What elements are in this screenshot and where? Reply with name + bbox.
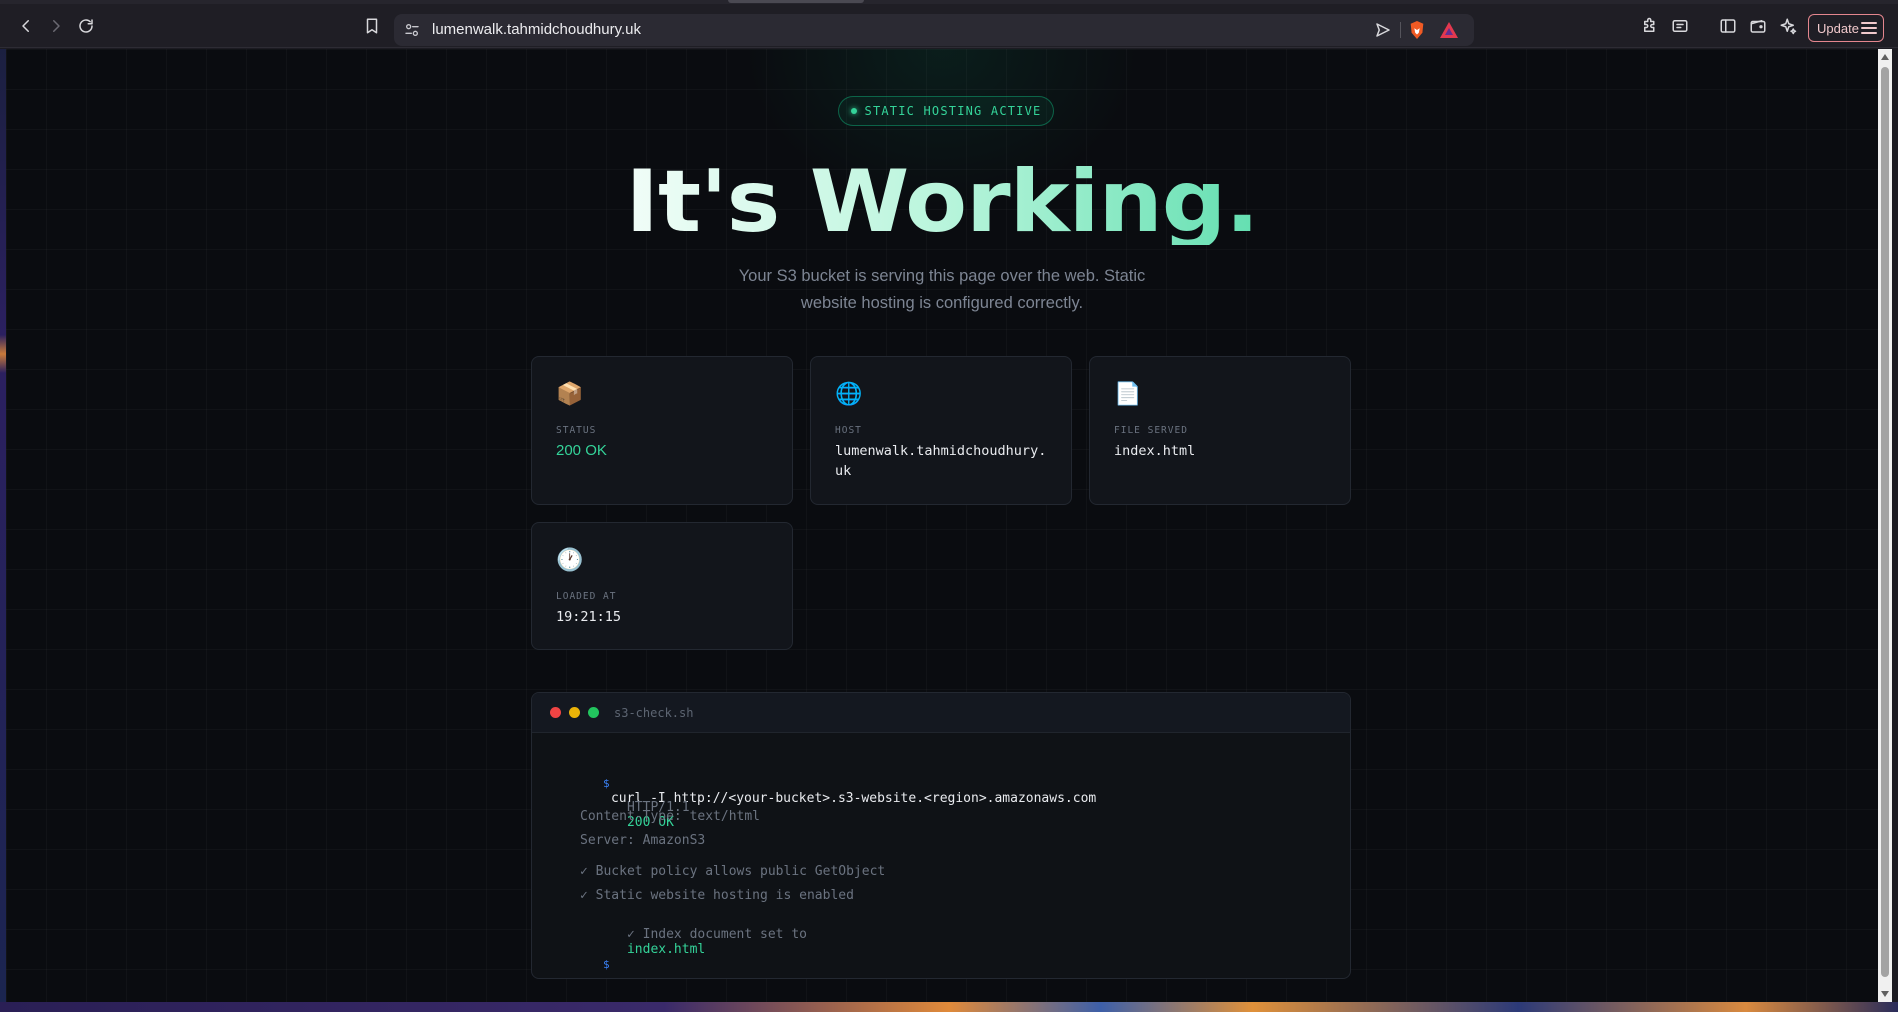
prompt-symbol: $	[602, 958, 610, 971]
page-viewport: STATIC HOSTING ACTIVE It's Working. Your…	[6, 49, 1878, 1002]
minimize-dot-icon	[569, 707, 580, 718]
terminal-window: s3-check.sh $ curl -I http://<your-bucke…	[531, 692, 1351, 979]
leo-ai-button[interactable]	[1774, 12, 1802, 40]
clock-icon: 🕐	[556, 548, 584, 573]
bookmark-icon	[366, 18, 378, 34]
status-badge: STATIC HOSTING ACTIVE	[838, 96, 1054, 126]
maximize-dot-icon	[588, 707, 599, 718]
brave-shields-icon[interactable]	[1408, 20, 1426, 40]
sparkle-icon	[1780, 18, 1797, 35]
scroll-up-icon[interactable]	[1881, 54, 1889, 60]
wallet-icon	[1750, 20, 1766, 33]
browser-toolbar: lumenwalk.tahmidchoudhury.uk Update	[0, 4, 1898, 48]
card-label: FILE SERVED	[1114, 425, 1188, 436]
reload-icon	[79, 19, 93, 33]
info-card-file: 📄 FILE SERVED index.html	[1089, 356, 1351, 505]
forward-button[interactable]	[42, 12, 70, 40]
address-bar[interactable]: lumenwalk.tahmidchoudhury.uk	[394, 14, 1474, 46]
card-label: STATUS	[556, 425, 597, 436]
document-icon: 📄	[1114, 382, 1142, 407]
card-label: HOST	[835, 425, 862, 436]
globe-icon: 🌐	[835, 382, 863, 407]
card-value: index.html	[1114, 443, 1196, 459]
sidebar-button[interactable]	[1714, 12, 1742, 40]
url-text[interactable]: lumenwalk.tahmidchoudhury.uk	[432, 21, 641, 38]
share-icon[interactable]	[1374, 21, 1392, 39]
wallet-button[interactable]	[1744, 12, 1772, 40]
reload-button[interactable]	[72, 12, 100, 40]
scrollbar-thumb[interactable]	[1881, 67, 1889, 977]
page-subtitle: Your S3 bucket is serving this page over…	[738, 267, 1146, 312]
terminal-content-type: Content-Type: text/html	[580, 809, 761, 824]
update-menu-button[interactable]: Update	[1808, 14, 1884, 42]
terminal-header: s3-check.sh	[532, 693, 1350, 733]
terminal-check-bucket-policy: ✓ Bucket policy allows public GetObject	[580, 864, 886, 879]
extensions-button[interactable]	[1636, 12, 1664, 40]
back-button[interactable]	[12, 12, 40, 40]
site-settings-icon[interactable]	[404, 22, 420, 38]
info-card-status: 📦 STATUS 200 OK	[531, 356, 793, 505]
puzzle-icon	[1644, 17, 1655, 32]
update-label: Update	[1817, 20, 1859, 36]
reader-mode-button[interactable]	[1666, 12, 1694, 40]
check-index-prefix: ✓ Index document set to	[626, 927, 807, 942]
close-dot-icon	[550, 707, 561, 718]
brave-rewards-icon[interactable]	[1439, 21, 1459, 39]
terminal-check-hosting: ✓ Static website hosting is enabled	[580, 888, 854, 903]
check-index-value: index.html	[626, 942, 706, 957]
bookmark-button[interactable]	[358, 12, 386, 40]
card-value: lumenwalk.tahmidchoudhury.uk	[835, 443, 1047, 479]
terminal-empty-prompt: $	[556, 942, 610, 978]
reader-icon	[1672, 20, 1688, 32]
page-title: It's Working.	[6, 159, 1878, 245]
page-scrollbar[interactable]	[1878, 49, 1892, 1002]
card-label: LOADED AT	[556, 591, 617, 602]
chevron-left-icon	[22, 20, 29, 32]
info-card-host: 🌐 HOST lumenwalk.tahmidchoudhury.uk	[810, 356, 1072, 505]
status-badge-label: STATIC HOSTING ACTIVE	[864, 104, 1042, 118]
chevron-right-icon	[53, 20, 60, 32]
sidebar-icon	[1720, 19, 1736, 33]
status-dot-icon	[850, 108, 857, 114]
card-value: 19:21:15	[556, 609, 622, 625]
hamburger-menu-icon	[1861, 22, 1877, 34]
address-bar-divider	[1400, 22, 1401, 38]
terminal-server: Server: AmazonS3	[580, 833, 706, 848]
package-icon: 📦	[556, 382, 584, 407]
desktop-wallpaper-bottom	[0, 1002, 1898, 1012]
terminal-title: s3-check.sh	[614, 706, 694, 720]
terminal-check-index: ✓ Index document set to index.html	[580, 912, 807, 972]
info-card-loaded-at: 🕐 LOADED AT 19:21:15	[531, 522, 793, 650]
card-value: 200 OK	[556, 442, 607, 459]
tab-indicator	[728, 0, 864, 3]
scroll-down-icon[interactable]	[1881, 991, 1889, 997]
